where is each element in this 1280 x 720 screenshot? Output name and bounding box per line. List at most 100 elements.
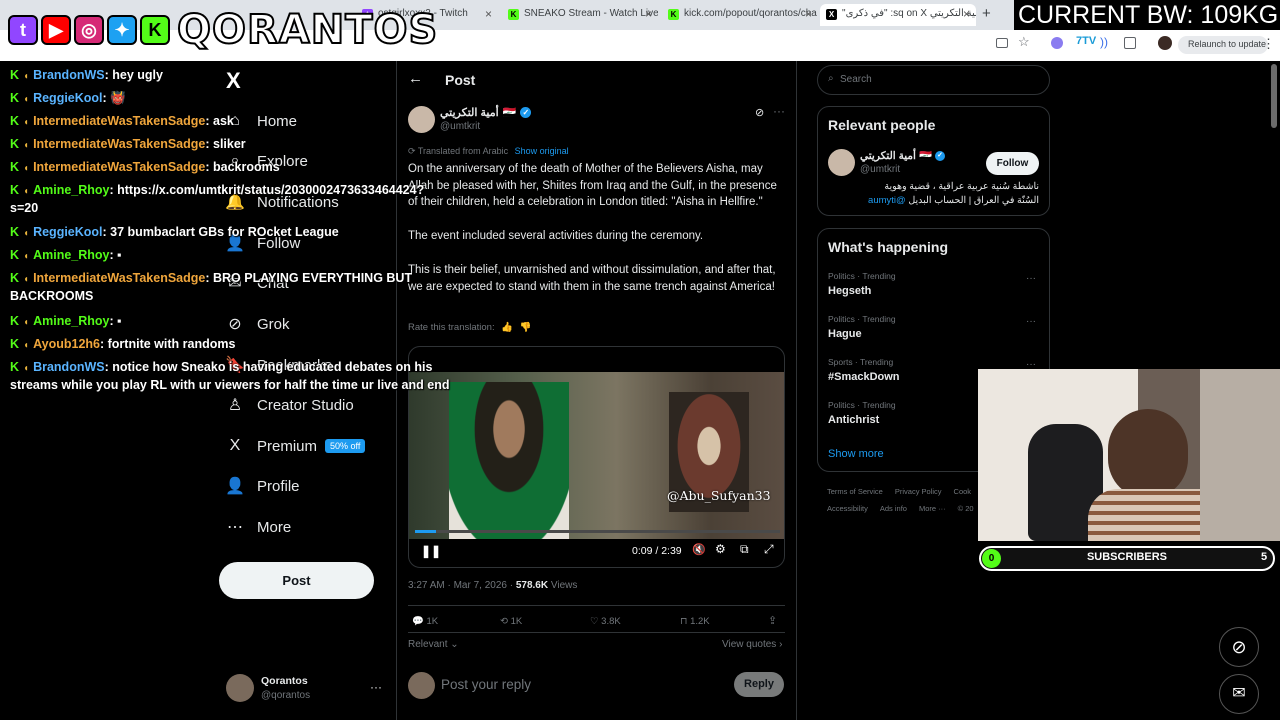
author-avatar[interactable] bbox=[408, 106, 435, 133]
kick-badge-icon: K bbox=[10, 68, 20, 82]
kick-badge-icon: K bbox=[10, 114, 20, 128]
premium-icon: X bbox=[229, 437, 241, 454]
tab-close-icon[interactable]: × bbox=[645, 7, 652, 21]
thumbs-up-icon[interactable]: 👍 bbox=[501, 322, 513, 333]
post-button[interactable]: Post bbox=[219, 562, 374, 599]
chat-text: : fortnite with randoms bbox=[100, 337, 236, 351]
pip-icon[interactable]: ⧉ bbox=[740, 542, 749, 557]
show-original-link[interactable]: Show original bbox=[515, 146, 569, 156]
chat-badge-icon: ◖ bbox=[23, 71, 30, 82]
trend-more-icon[interactable]: ··· bbox=[1026, 273, 1036, 284]
search-input[interactable]: Search bbox=[840, 74, 872, 85]
trend-name[interactable]: #SmackDown bbox=[828, 371, 900, 383]
nav-item-home[interactable]: ⌂ Home bbox=[226, 108, 297, 134]
person-name-row[interactable]: أمية التكريتي 🇮🇶 ✓ bbox=[860, 149, 946, 162]
post-timestamp[interactable]: 3:27 AM · Mar 7, 2026 · bbox=[408, 580, 516, 591]
view-quotes-link[interactable]: View quotes › bbox=[722, 639, 782, 650]
extension-icon[interactable]: 7TV bbox=[1076, 35, 1096, 47]
fullscreen-icon[interactable]: ⤢ bbox=[764, 542, 774, 557]
chat-text: : notice how Sneako is having educated d… bbox=[104, 360, 433, 374]
bio-mention-link[interactable]: @aumyti bbox=[868, 195, 906, 206]
chat-badge-icon: ◖ bbox=[23, 363, 30, 374]
extension-icon[interactable] bbox=[1051, 37, 1063, 49]
divider bbox=[408, 605, 785, 606]
tab-close-icon[interactable]: × bbox=[963, 7, 970, 21]
author-name-row[interactable]: أمية التكريتي 🇮🇶 ✓ bbox=[440, 106, 532, 119]
star-icon[interactable]: ☆ bbox=[1018, 34, 1030, 50]
nav-item-grok[interactable]: ⊘ Grok bbox=[226, 311, 289, 337]
show-more-link[interactable]: Show more bbox=[828, 448, 884, 460]
nav-label: More bbox=[257, 518, 292, 536]
account-name[interactable]: Qorantos bbox=[261, 675, 308, 687]
settings-gear-icon[interactable]: ⚙ bbox=[715, 542, 726, 556]
chat-text-continued: s=20 bbox=[10, 201, 39, 215]
back-arrow-icon[interactable]: ← bbox=[408, 70, 423, 87]
thumbs-down-icon[interactable]: 👎 bbox=[520, 322, 532, 333]
tab-close-icon[interactable]: × bbox=[805, 7, 812, 21]
video-frame[interactable]: @Abu_Sufyan33 bbox=[409, 372, 784, 539]
trend-name[interactable]: Hegseth bbox=[828, 285, 871, 297]
account-avatar[interactable] bbox=[226, 674, 254, 702]
grok-icon[interactable]: ⊘ bbox=[755, 106, 764, 119]
account-menu-icon[interactable]: ··· bbox=[370, 680, 382, 694]
video-player[interactable]: @Abu_Sufyan33 ❚❚ 0:09 / 2:39 🔇 ⚙ ⧉ ⤢ bbox=[408, 346, 785, 568]
tab-close-icon[interactable]: × bbox=[485, 7, 492, 21]
nav-item-creator-studio[interactable]: ♙ Creator Studio bbox=[226, 392, 354, 418]
nav-item-premium[interactable]: X Premium 50% off bbox=[226, 433, 366, 459]
extension-icon[interactable]: )) bbox=[1100, 35, 1108, 49]
reply-input[interactable]: Post your reply bbox=[441, 677, 531, 692]
translation-row: ⟳ Translated from Arabic Show original bbox=[408, 146, 569, 156]
sort-dropdown[interactable]: Relevant ⌄ bbox=[408, 639, 459, 650]
profile-avatar-icon[interactable] bbox=[1158, 36, 1172, 50]
like-stat[interactable]: ♡ 3.8K bbox=[590, 616, 621, 627]
trend-more-icon[interactable]: ··· bbox=[1026, 316, 1036, 327]
nav-item-more[interactable]: ⋯ More bbox=[226, 514, 291, 540]
profile-icon: 👤 bbox=[225, 478, 245, 495]
footer-links-1: Terms of Service Privacy Policy Cook bbox=[827, 487, 972, 496]
webcam-door bbox=[1200, 369, 1280, 541]
chat-badge-icon: ◖ bbox=[23, 163, 30, 174]
kick-icon: K bbox=[140, 15, 170, 45]
page-title: Post bbox=[445, 72, 476, 88]
trend-name[interactable]: Hague bbox=[828, 328, 862, 340]
repost-stat[interactable]: ⟲ 1K bbox=[500, 616, 522, 627]
chat-badge-icon: ◖ bbox=[23, 317, 30, 328]
chat-badge-icon: ◖ bbox=[23, 140, 30, 151]
person-avatar[interactable] bbox=[828, 149, 855, 176]
chat-text-continued: streams while you play RL with ur viewer… bbox=[10, 378, 450, 392]
new-tab-button[interactable]: + bbox=[982, 5, 991, 22]
reply-stat[interactable]: 💬 1K bbox=[412, 616, 438, 627]
search-box[interactable]: ⌕ Search bbox=[817, 65, 1050, 95]
mute-icon[interactable]: 🔇 bbox=[692, 543, 706, 556]
author-name[interactable]: أمية التكريتي bbox=[440, 106, 499, 119]
chat-badge-icon: ◖ bbox=[23, 117, 30, 128]
browser-menu-icon[interactable]: ⋮ bbox=[1262, 36, 1275, 52]
x-logo-icon[interactable]: X bbox=[226, 68, 241, 94]
page-scrollbar[interactable] bbox=[1271, 64, 1277, 128]
pause-icon[interactable]: ❚❚ bbox=[421, 544, 441, 558]
grok-float-icon[interactable]: ⊘ bbox=[1219, 627, 1259, 667]
bookmark-stat[interactable]: ⊓ 1.2K bbox=[680, 616, 710, 627]
chat-text: : https://x.com/umtkrit/status/203000247… bbox=[109, 183, 425, 197]
reply-button[interactable]: Reply bbox=[734, 672, 784, 697]
post-more-icon[interactable]: ··· bbox=[773, 104, 785, 118]
video-progress-fill bbox=[415, 530, 436, 533]
nav-item-profile[interactable]: 👤 Profile bbox=[225, 473, 299, 499]
chat-message: K ◖ IntermediateWasTakenSadge: backrooms bbox=[10, 159, 280, 177]
trend-name[interactable]: Antichrist bbox=[828, 414, 879, 426]
chat-username: IntermediateWasTakenSadge bbox=[33, 160, 206, 174]
tab-kick-chat[interactable]: K kick.com/popout/qorantos/cha × bbox=[662, 4, 818, 26]
puzzle-icon[interactable] bbox=[1124, 37, 1136, 49]
tab-sneako[interactable]: K SNEAKO Stream - Watch Live o × bbox=[502, 4, 658, 26]
share-icon[interactable]: ⇪ bbox=[768, 614, 777, 627]
chat-username: Amine_Rhoy bbox=[33, 183, 110, 197]
author-handle[interactable]: @umtkrit bbox=[440, 121, 480, 132]
translate-icon: ⟳ bbox=[408, 146, 418, 156]
tab-x-post[interactable]: X "في ذكرى" :sq on X أمية التكريتي × bbox=[820, 4, 976, 26]
relaunch-button[interactable]: Relaunch to update bbox=[1178, 36, 1268, 54]
cast-icon[interactable] bbox=[996, 38, 1008, 48]
follow-button[interactable]: Follow bbox=[986, 152, 1039, 175]
repost-icon: ⟲ bbox=[500, 616, 511, 627]
video-progress-track[interactable] bbox=[415, 530, 780, 533]
messages-float-icon[interactable]: ✉ bbox=[1219, 674, 1259, 714]
